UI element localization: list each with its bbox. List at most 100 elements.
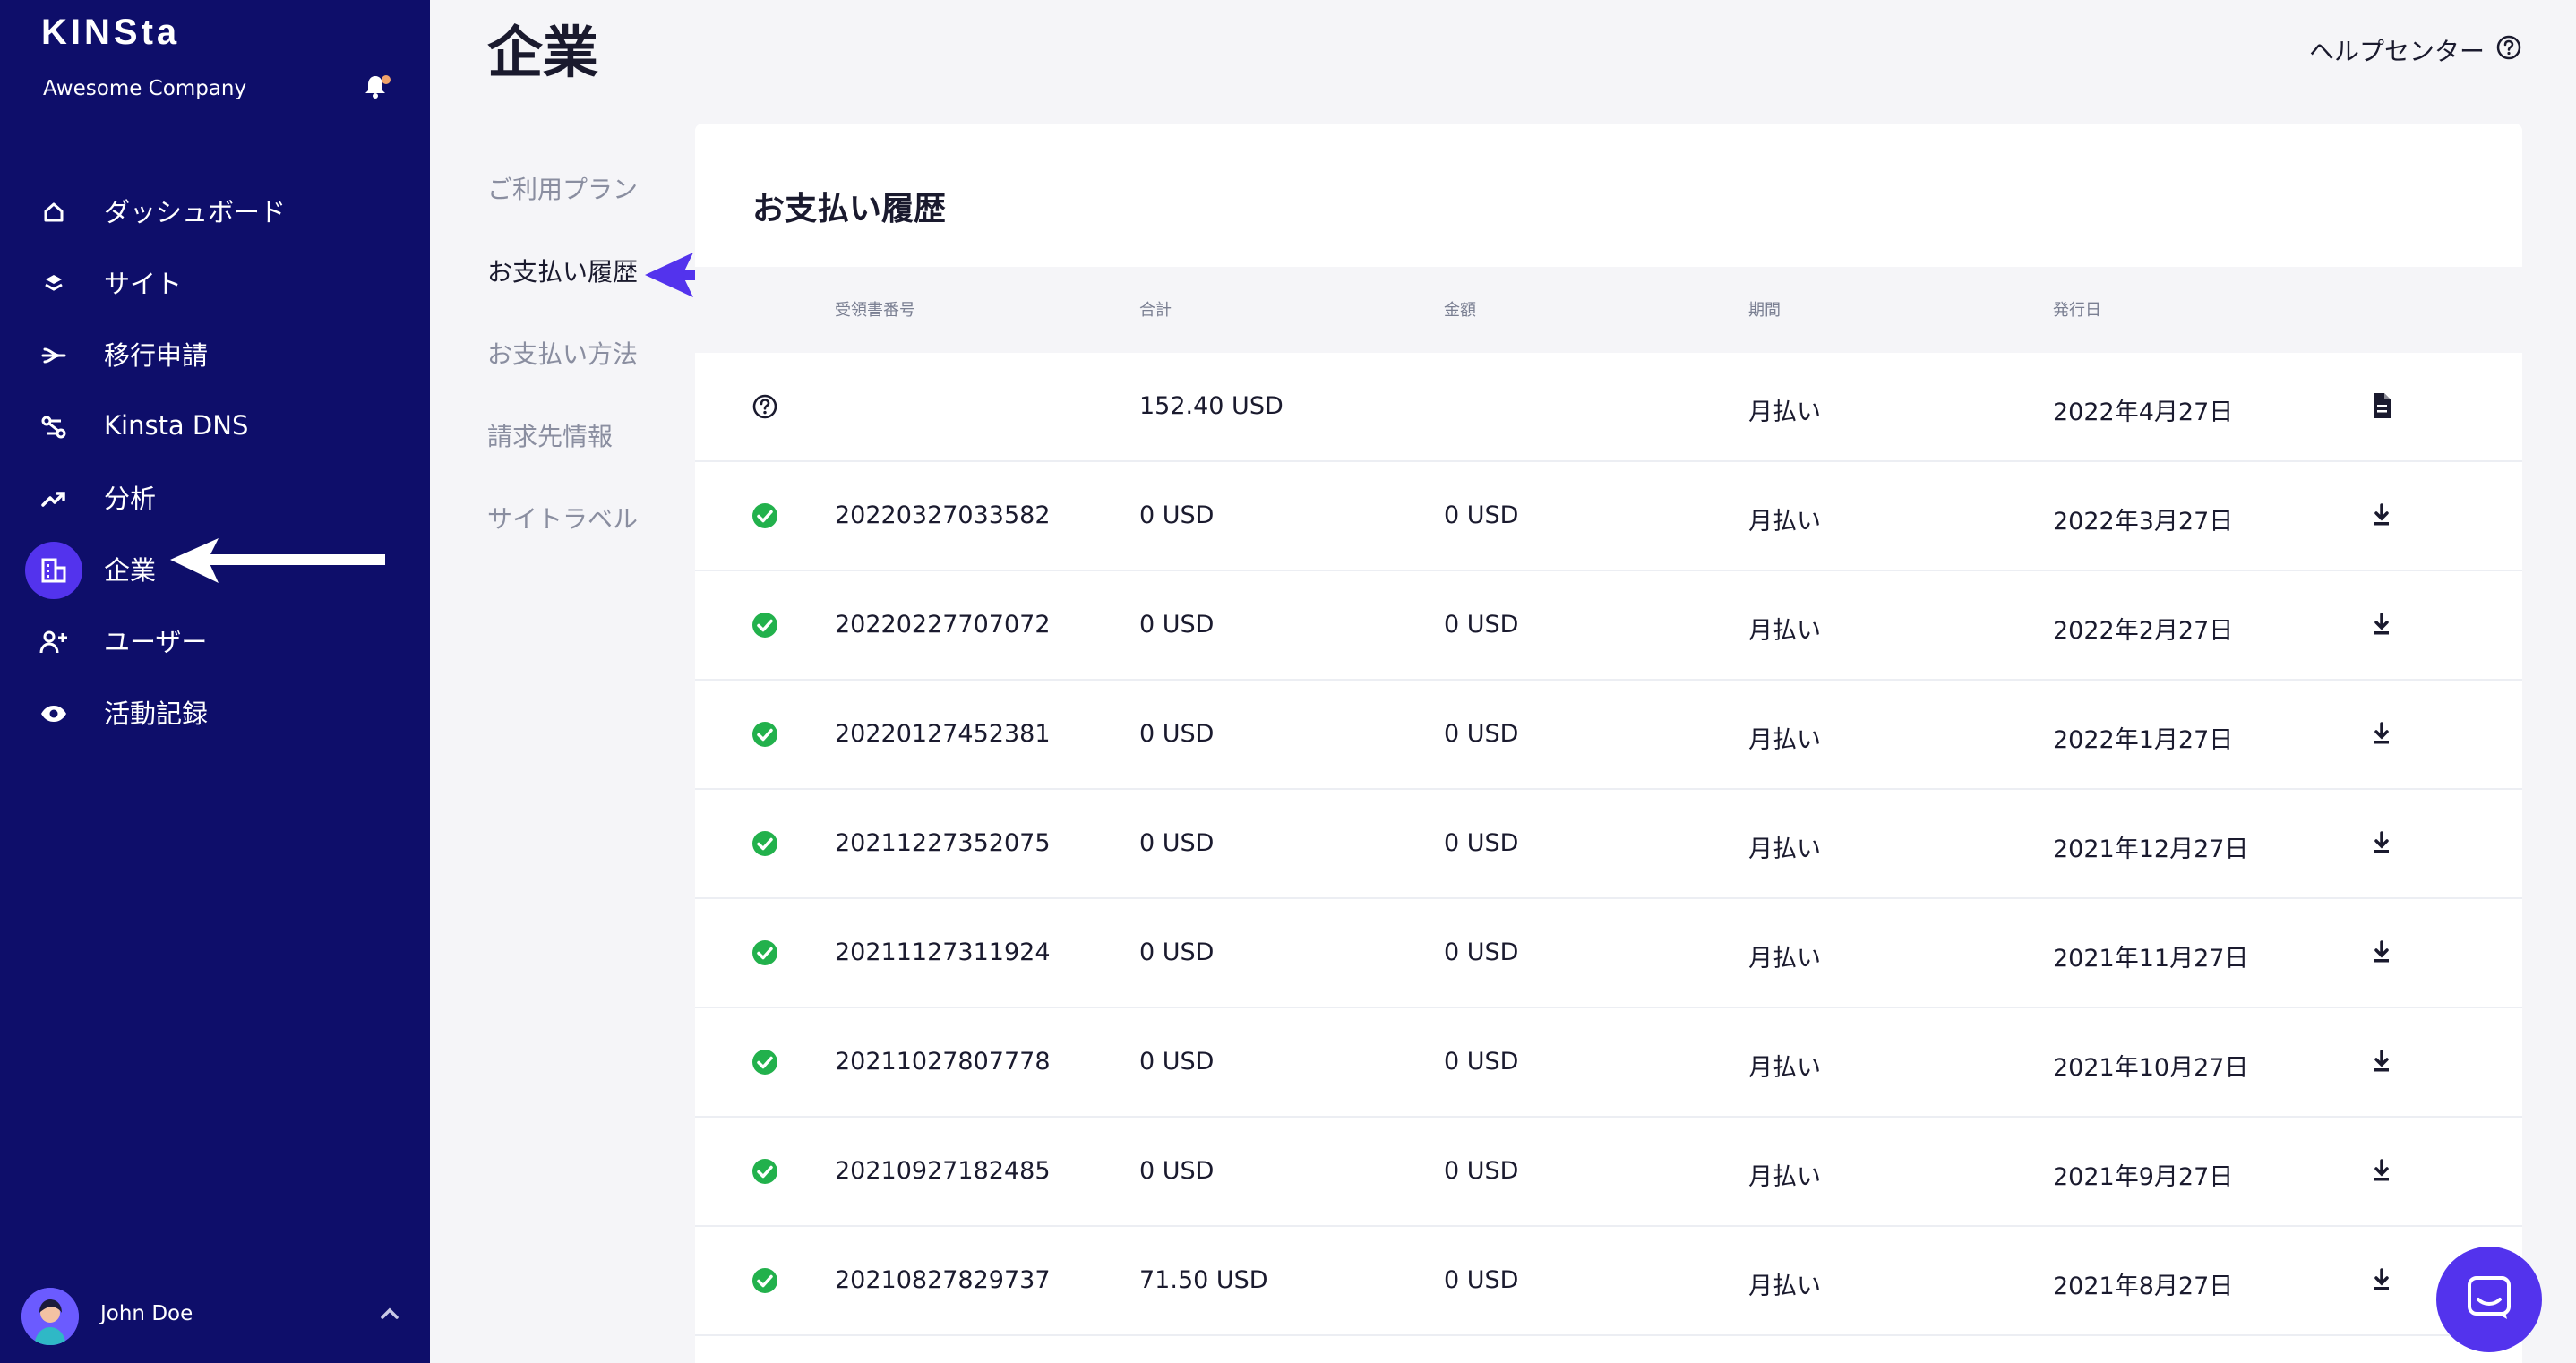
billing-table-body: 152.40 USD 月払い 2022年4月27日 20220327033582…: [695, 353, 2522, 1336]
subnav-billing-history[interactable]: お支払い履歴: [487, 253, 666, 335]
sidebar-item-dashboard[interactable]: ダッシュボード: [0, 175, 430, 246]
sidebar-item-label: 移行申請: [104, 340, 209, 371]
paid-check-icon: [751, 1048, 779, 1076]
total: 0 USD: [1139, 939, 1215, 966]
download-icon[interactable]: [2368, 937, 2395, 967]
total: 152.40 USD: [1139, 392, 1284, 420]
sidebar-nav: ダッシュボード サイト 移行申請 Kinsta DNS 分析 企業 ユーザー 活…: [0, 175, 430, 748]
download-icon[interactable]: [2368, 1264, 2395, 1295]
sidebar-item-activity-log[interactable]: 活動記録: [0, 676, 430, 748]
annotation-arrow-white: [170, 538, 385, 583]
period: 月払い: [1748, 1163, 1821, 1191]
issue-date: 2022年3月27日: [2053, 508, 2234, 536]
total: 0 USD: [1139, 1048, 1215, 1076]
receipt-number: 20220227707072: [835, 611, 1051, 639]
amount: 0 USD: [1444, 1048, 1519, 1076]
sidebar-item-label: 分析: [104, 484, 157, 514]
company-subnav: ご利用プラン お支払い履歴 お支払い方法 請求先情報 サイトラベル: [487, 170, 666, 582]
building-icon: [25, 542, 82, 599]
subnav-billing-info[interactable]: 請求先情報: [487, 417, 666, 500]
issue-date: 2021年9月27日: [2053, 1163, 2234, 1191]
help-center-label: ヘルプセンター: [2308, 37, 2485, 66]
sidebar-item-label: サイト: [104, 269, 183, 299]
period: 月払い: [1748, 399, 1821, 426]
sidebar: KINSta Awesome Company ダッシュボード サイト 移行申請: [0, 0, 430, 1363]
subnav-plan[interactable]: ご利用プラン: [487, 170, 666, 253]
sidebar-item-label: 企業: [104, 555, 157, 586]
document-icon[interactable]: [2368, 390, 2395, 421]
receipt-number: 20220127452381: [835, 720, 1051, 748]
migration-icon: [25, 327, 82, 384]
column-header: 合計: [1139, 301, 1172, 320]
table-row: 20210927182485 0 USD 0 USD 月払い 2021年9月27…: [695, 1118, 2522, 1227]
user-name: John Doe: [100, 1302, 193, 1325]
period: 月払い: [1748, 1273, 1821, 1300]
issue-date: 2022年2月27日: [2053, 617, 2234, 645]
table-row: 20211127311924 0 USD 0 USD 月払い 2021年11月2…: [695, 899, 2522, 1008]
chevron-up-icon[interactable]: [376, 1300, 403, 1331]
total: 0 USD: [1139, 501, 1215, 529]
chat-icon: [2464, 1273, 2514, 1326]
total: 71.50 USD: [1139, 1266, 1268, 1294]
total: 0 USD: [1139, 1157, 1215, 1185]
issue-date: 2021年11月27日: [2053, 945, 2249, 973]
paid-check-icon: [751, 1157, 779, 1186]
issue-date: 2021年8月27日: [2053, 1273, 2234, 1300]
receipt-number: 20211227352075: [835, 829, 1051, 857]
paid-check-icon: [751, 1266, 779, 1295]
column-header: 金額: [1444, 301, 1476, 320]
download-icon[interactable]: [2368, 1046, 2395, 1076]
sidebar-item-users[interactable]: ユーザー: [0, 604, 430, 676]
period: 月払い: [1748, 836, 1821, 863]
sidebar-item-analytics[interactable]: 分析: [0, 461, 430, 533]
sidebar-item-label: ダッシュボード: [104, 197, 287, 227]
table-row: 20211227352075 0 USD 0 USD 月払い 2021年12月2…: [695, 790, 2522, 899]
avatar: [21, 1288, 79, 1345]
amount: 0 USD: [1444, 1157, 1519, 1185]
sidebar-item-kinsta-dns[interactable]: Kinsta DNS: [0, 390, 430, 461]
subnav-payment-method[interactable]: お支払い方法: [487, 335, 666, 417]
subnav-site-labels[interactable]: サイトラベル: [487, 500, 666, 582]
sidebar-item-label: Kinsta DNS: [104, 410, 249, 441]
receipt-number: 20211127311924: [835, 939, 1051, 966]
notification-bell-icon[interactable]: [360, 72, 391, 102]
company-name: Awesome Company: [43, 77, 247, 100]
download-icon[interactable]: [2368, 1155, 2395, 1186]
kinsta-logo[interactable]: KINSta: [41, 13, 180, 53]
total: 0 USD: [1139, 829, 1215, 857]
download-icon[interactable]: [2368, 718, 2395, 749]
issue-date: 2021年10月27日: [2053, 1054, 2249, 1082]
total: 0 USD: [1139, 720, 1215, 748]
download-icon[interactable]: [2368, 827, 2395, 858]
download-icon[interactable]: [2368, 500, 2395, 530]
table-row: 20220227707072 0 USD 0 USD 月払い 2022年2月27…: [695, 571, 2522, 681]
amount: 0 USD: [1444, 501, 1519, 529]
amount: 0 USD: [1444, 1266, 1519, 1294]
home-icon: [25, 184, 82, 241]
paid-check-icon: [751, 611, 779, 639]
help-center-link[interactable]: ヘルプセンター: [2309, 32, 2522, 68]
receipt-number: 20220327033582: [835, 501, 1051, 529]
total: 0 USD: [1139, 611, 1215, 639]
column-header: 期間: [1748, 301, 1781, 320]
receipt-number: 20211027807778: [835, 1048, 1051, 1076]
table-row: 20210827829737 71.50 USD 0 USD 月払い 2021年…: [695, 1227, 2522, 1336]
sidebar-item-sites[interactable]: サイト: [0, 246, 430, 318]
help-icon: [2495, 34, 2522, 67]
amount: 0 USD: [1444, 611, 1519, 639]
chat-launcher-button[interactable]: [2436, 1247, 2542, 1352]
user-menu[interactable]: John Doe: [0, 1281, 430, 1352]
dns-icon: [25, 399, 82, 456]
sidebar-item-label: ユーザー: [104, 627, 208, 657]
receipt-number: 20210927182485: [835, 1157, 1051, 1185]
card-title: お支払い履歴: [752, 191, 947, 227]
download-icon[interactable]: [2368, 609, 2395, 639]
paid-check-icon: [751, 829, 779, 858]
sidebar-item-migrations[interactable]: 移行申請: [0, 318, 430, 390]
analytics-icon: [25, 470, 82, 527]
eye-icon: [25, 685, 82, 742]
issue-date: 2021年12月27日: [2053, 836, 2249, 863]
receipt-number: 20210827829737: [835, 1266, 1051, 1294]
pending-question-icon: [751, 392, 779, 421]
table-row: 20220327033582 0 USD 0 USD 月払い 2022年3月27…: [695, 462, 2522, 571]
